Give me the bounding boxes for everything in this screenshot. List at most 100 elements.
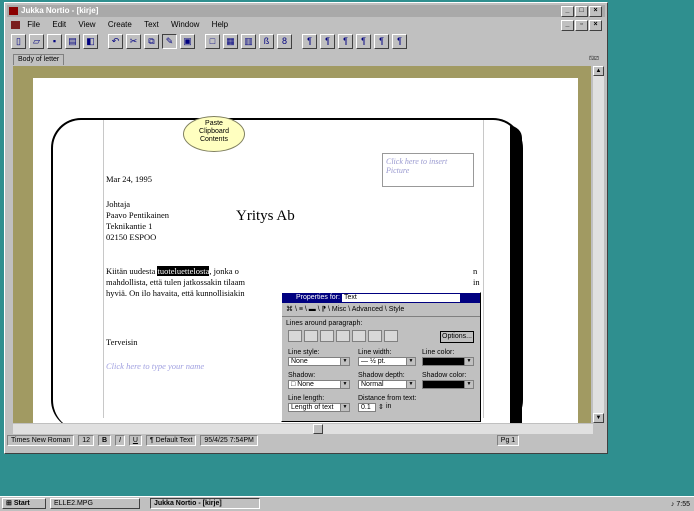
body-paragraph[interactable]: Kiitän uudesta tuoteluettelosta, jonka o…	[106, 266, 245, 299]
font-name[interactable]: Times New Roman	[7, 435, 75, 446]
taskbar-item-jukka[interactable]: Jukka Nortio - [kirje]	[150, 498, 260, 509]
print-icon[interactable]: ▤	[65, 33, 80, 49]
doc-minimize-button[interactable]: _	[561, 20, 574, 31]
table-icon[interactable]: ▦	[223, 33, 238, 49]
shadow-value: None	[297, 381, 314, 388]
style4-icon[interactable]: ¶	[356, 33, 371, 49]
save-icon[interactable]: ▪	[47, 33, 62, 49]
shadow-depth-label: Shadow depth:	[358, 372, 405, 379]
paragraph-style[interactable]: ¶ Default Text	[145, 435, 197, 446]
clipboard-icon[interactable]: ▣	[180, 33, 195, 49]
vertical-scrollbar[interactable]: ▲ ▼	[593, 66, 604, 423]
minimize-button[interactable]: _	[561, 6, 574, 17]
tab-nav-icon[interactable]: ⧅⧄	[589, 53, 599, 63]
app-icon[interactable]	[9, 7, 18, 15]
line-option-5[interactable]	[352, 330, 366, 342]
letter-date[interactable]: Mar 24, 1995	[106, 174, 152, 185]
closing-text[interactable]: Terveisin	[106, 337, 138, 348]
italic-button[interactable]: I	[114, 435, 125, 446]
window-title: Jukka Nortio - [kirje]	[21, 6, 99, 15]
spell-icon[interactable]: ß	[259, 33, 274, 49]
menu-create[interactable]: Create	[108, 20, 132, 29]
scroll-down-icon[interactable]: ▼	[593, 413, 604, 423]
tab-row: Body of letter ⧅⧄	[7, 53, 605, 65]
style3-icon[interactable]: ¶	[338, 33, 353, 49]
line-style-select[interactable]: None ▼	[288, 357, 350, 366]
style2-icon[interactable]: ¶	[320, 33, 335, 49]
line-option-6[interactable]	[368, 330, 382, 342]
start-button[interactable]: ⊞ Start	[2, 498, 46, 509]
status-bar: Times New Roman 12 B I U ¶ Default Text …	[7, 435, 605, 447]
bold-button[interactable]: B	[97, 435, 112, 446]
doc-close-button[interactable]: ×	[589, 20, 602, 31]
title-bar[interactable]: Jukka Nortio - [kirje] _ □ ×	[7, 5, 605, 17]
open-icon[interactable]: ▱	[29, 33, 44, 49]
menu-window[interactable]: Window	[171, 20, 199, 29]
document-icon[interactable]	[11, 20, 20, 29]
line-color-label: Line color:	[422, 349, 455, 356]
properties-tabs[interactable]: ⌘ \ ≡ \ ▬ \ ⁋ \ Misc \ Advanced \ Style	[282, 303, 480, 317]
style1-icon[interactable]: ¶	[302, 33, 317, 49]
shadow-depth-select[interactable]: Normal ▼	[358, 380, 416, 389]
maximize-button[interactable]: □	[575, 6, 588, 17]
taskbar-item-elle2[interactable]: ELLE2.MPG	[50, 498, 140, 509]
find-icon[interactable]: 8	[277, 33, 292, 49]
doc-restore-button[interactable]: ▫	[575, 20, 588, 31]
paste-icon[interactable]: ✎	[162, 33, 177, 49]
distance-spinner-icon[interactable]: ⇕	[378, 403, 384, 411]
options-button[interactable]: Options...	[440, 331, 474, 343]
line-option-2[interactable]	[304, 330, 318, 342]
properties-target-select[interactable]: Text	[342, 294, 460, 302]
menu-text[interactable]: Text	[144, 20, 159, 29]
new-doc-icon[interactable]: ▯	[11, 33, 26, 49]
recipient-line: Johtaja	[106, 199, 131, 209]
distance-input[interactable]: 0.1	[358, 403, 376, 412]
horizontal-scroll-thumb[interactable]	[313, 424, 323, 434]
undo-icon[interactable]: ↶	[108, 33, 123, 49]
page-number[interactable]: Pg 1	[496, 435, 520, 446]
line-style-value: None	[291, 358, 308, 365]
shadow-select[interactable]: □ None ▼	[288, 380, 350, 389]
frame-icon[interactable]: □	[205, 33, 220, 49]
body-text: Kiitän uudesta	[106, 266, 158, 276]
close-button[interactable]: ×	[589, 6, 602, 17]
selected-text[interactable]: tuoteluettelosta	[157, 266, 210, 276]
picture-placeholder[interactable]: Click here to insert Picture	[382, 153, 474, 187]
menu-view[interactable]: View	[78, 20, 95, 29]
recipient-block[interactable]: Johtaja Paavo Pentikainen Teknikantie 1 …	[106, 199, 169, 243]
taskbar-item-label: ELLE2.MPG	[54, 500, 93, 507]
chart-icon[interactable]: ▥	[241, 33, 256, 49]
shadow-color-select[interactable]: ▼	[422, 380, 474, 389]
company-name[interactable]: Yritys Ab	[236, 208, 295, 225]
style5-icon[interactable]: ¶	[374, 33, 389, 49]
cut-icon[interactable]: ✂	[126, 33, 141, 49]
style6-icon[interactable]: ¶	[392, 33, 407, 49]
menu-help[interactable]: Help	[212, 20, 228, 29]
preview-icon[interactable]: ◧	[83, 33, 98, 49]
font-size[interactable]: 12	[78, 435, 95, 446]
menu-edit[interactable]: Edit	[52, 20, 66, 29]
line-width-select[interactable]: — ½ pt. ▼	[358, 357, 416, 366]
speaker-icon[interactable]: ♪	[671, 501, 675, 508]
tab-body-of-letter[interactable]: Body of letter	[13, 54, 65, 65]
date-time[interactable]: 95/4/25 7:54PM	[200, 435, 258, 446]
line-option-3[interactable]	[320, 330, 334, 342]
line-length-select[interactable]: Length of text ▼	[288, 403, 350, 412]
name-placeholder[interactable]: Click here to type your name	[106, 361, 204, 372]
scroll-up-icon[interactable]: ▲	[593, 66, 604, 76]
line-option-7[interactable]	[384, 330, 398, 342]
underline-button[interactable]: U	[128, 435, 142, 446]
copy-icon[interactable]: ⧉	[144, 33, 159, 49]
lines-around-label: Lines around paragraph:	[286, 320, 363, 327]
line-option-4[interactable]	[336, 330, 350, 342]
menu-file[interactable]: File	[27, 20, 40, 29]
line-option-1[interactable]	[288, 330, 302, 342]
line-color-select[interactable]: ▼	[422, 357, 474, 366]
horizontal-scrollbar[interactable]	[13, 424, 593, 434]
properties-title: Properties for:	[296, 294, 340, 301]
taskbar: ⊞ Start ELLE2.MPG Jukka Nortio - [kirje]…	[0, 496, 694, 511]
menu-bar: File Edit View Create Text Window Help _…	[7, 19, 605, 31]
distance-unit: in	[386, 403, 392, 410]
properties-title-bar[interactable]: Properties for: Text	[282, 293, 480, 303]
shadow-depth-value: Normal	[361, 381, 384, 388]
